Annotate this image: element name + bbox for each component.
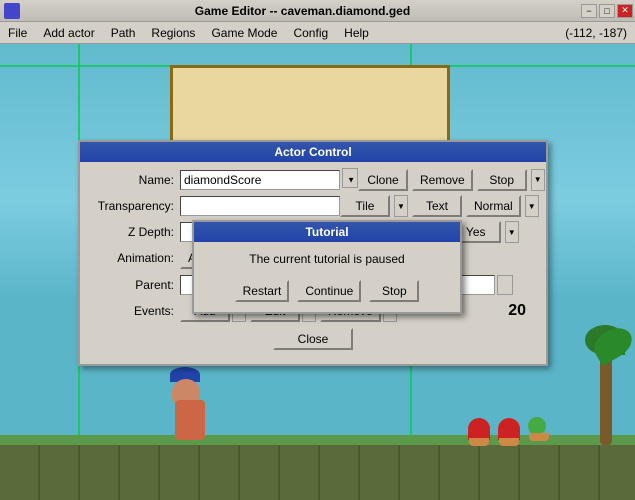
palm-tree bbox=[585, 325, 625, 445]
enemy-2 bbox=[498, 418, 520, 440]
tutorial-stop-button[interactable]: Stop bbox=[369, 280, 419, 302]
transparency-input[interactable] bbox=[180, 196, 340, 216]
tutorial-message: The current tutorial is paused bbox=[194, 242, 460, 276]
name-input[interactable] bbox=[180, 170, 340, 190]
tutorial-dialog-title: Tutorial bbox=[194, 222, 460, 242]
name-row: Name: Clone Remove Stop ▼ bbox=[90, 168, 536, 191]
clone-button[interactable]: Clone bbox=[358, 169, 408, 191]
parent-label: Parent: bbox=[90, 278, 180, 292]
tutorial-buttons: Restart Continue Stop bbox=[194, 276, 460, 312]
window-title: Game Editor -- caveman.diamond.ged bbox=[24, 4, 581, 18]
restart-button[interactable]: Restart bbox=[235, 280, 290, 302]
menu-add-actor[interactable]: Add actor bbox=[35, 24, 102, 42]
coords-display: (-112, -187) bbox=[557, 24, 635, 42]
character-body bbox=[175, 400, 205, 440]
transparency-label: Transparency: bbox=[90, 199, 180, 213]
tutorial-dialog: Tutorial The current tutorial is paused … bbox=[192, 220, 462, 314]
events-label: Events: bbox=[90, 304, 180, 318]
menu-regions[interactable]: Regions bbox=[143, 24, 203, 42]
minimize-button[interactable]: − bbox=[581, 4, 597, 18]
events-count: 20 bbox=[508, 302, 526, 320]
app-icon bbox=[4, 3, 20, 19]
close-button[interactable]: Close bbox=[273, 328, 353, 350]
transparency-row: Transparency: Tile ▼ Text Normal ▼ bbox=[90, 195, 536, 217]
ground bbox=[0, 445, 635, 500]
tile-button[interactable]: Tile bbox=[340, 195, 390, 217]
close-button[interactable]: ✕ bbox=[617, 4, 633, 18]
stop-button[interactable]: Stop bbox=[477, 169, 527, 191]
continue-button[interactable]: Continue bbox=[297, 280, 361, 302]
maximize-button[interactable]: □ bbox=[599, 4, 615, 18]
menubar: File Add actor Path Regions Game Mode Co… bbox=[0, 22, 635, 44]
remove-button[interactable]: Remove bbox=[412, 169, 473, 191]
animation-label: Animation: bbox=[90, 251, 180, 265]
actor-dialog-title: Actor Control bbox=[80, 142, 546, 162]
zdepth-label: Z Depth: bbox=[90, 225, 180, 239]
menu-help[interactable]: Help bbox=[336, 24, 377, 42]
enemy-3 bbox=[528, 417, 546, 435]
close-row: Close bbox=[90, 322, 536, 358]
name-label: Name: bbox=[90, 173, 180, 187]
normal-button[interactable]: Normal bbox=[466, 195, 521, 217]
enemy-1 bbox=[468, 418, 490, 440]
window-titlebar: Game Editor -- caveman.diamond.ged − □ ✕ bbox=[0, 0, 635, 22]
menu-file[interactable]: File bbox=[0, 24, 35, 42]
text-button[interactable]: Text bbox=[412, 195, 462, 217]
menu-game-mode[interactable]: Game Mode bbox=[203, 24, 285, 42]
menu-config[interactable]: Config bbox=[285, 24, 336, 42]
menu-path[interactable]: Path bbox=[103, 24, 144, 42]
